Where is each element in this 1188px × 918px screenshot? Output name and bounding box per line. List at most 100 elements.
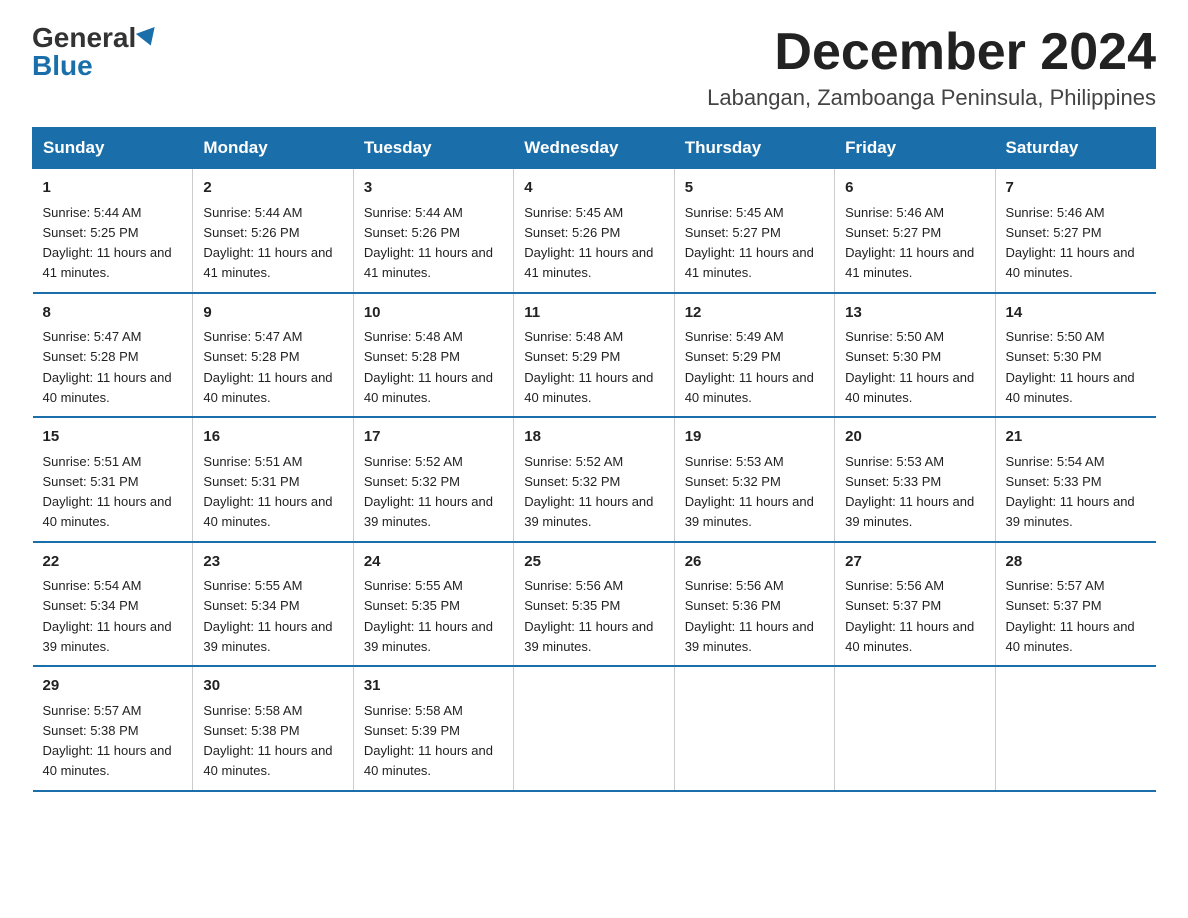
cell-content: Sunrise: 5:54 AMSunset: 5:34 PMDaylight:… — [43, 578, 172, 654]
day-number: 1 — [43, 177, 183, 200]
table-cell: 21 Sunrise: 5:54 AMSunset: 5:33 PMDaylig… — [995, 417, 1155, 542]
cell-content: Sunrise: 5:48 AMSunset: 5:28 PMDaylight:… — [364, 329, 493, 405]
day-number: 6 — [845, 177, 984, 200]
day-number: 12 — [685, 302, 824, 325]
table-cell: 3 Sunrise: 5:44 AMSunset: 5:26 PMDayligh… — [353, 169, 513, 293]
day-number: 2 — [203, 177, 342, 200]
col-wednesday: Wednesday — [514, 128, 674, 169]
day-number: 13 — [845, 302, 984, 325]
cell-content: Sunrise: 5:55 AMSunset: 5:34 PMDaylight:… — [203, 578, 332, 654]
calendar-week-row: 1 Sunrise: 5:44 AMSunset: 5:25 PMDayligh… — [33, 169, 1156, 293]
day-number: 15 — [43, 426, 183, 449]
cell-content: Sunrise: 5:52 AMSunset: 5:32 PMDaylight:… — [364, 454, 493, 530]
table-cell: 30 Sunrise: 5:58 AMSunset: 5:38 PMDaylig… — [193, 666, 353, 791]
cell-content: Sunrise: 5:44 AMSunset: 5:25 PMDaylight:… — [43, 205, 172, 281]
table-cell: 27 Sunrise: 5:56 AMSunset: 5:37 PMDaylig… — [835, 542, 995, 667]
day-number: 17 — [364, 426, 503, 449]
table-cell: 1 Sunrise: 5:44 AMSunset: 5:25 PMDayligh… — [33, 169, 193, 293]
table-cell: 2 Sunrise: 5:44 AMSunset: 5:26 PMDayligh… — [193, 169, 353, 293]
table-cell — [835, 666, 995, 791]
cell-content: Sunrise: 5:46 AMSunset: 5:27 PMDaylight:… — [845, 205, 974, 281]
cell-content: Sunrise: 5:55 AMSunset: 5:35 PMDaylight:… — [364, 578, 493, 654]
table-cell: 25 Sunrise: 5:56 AMSunset: 5:35 PMDaylig… — [514, 542, 674, 667]
cell-content: Sunrise: 5:44 AMSunset: 5:26 PMDaylight:… — [364, 205, 493, 281]
day-number: 4 — [524, 177, 663, 200]
cell-content: Sunrise: 5:57 AMSunset: 5:37 PMDaylight:… — [1006, 578, 1135, 654]
cell-content: Sunrise: 5:44 AMSunset: 5:26 PMDaylight:… — [203, 205, 332, 281]
cell-content: Sunrise: 5:52 AMSunset: 5:32 PMDaylight:… — [524, 454, 653, 530]
location-title: Labangan, Zamboanga Peninsula, Philippin… — [707, 85, 1156, 111]
cell-content: Sunrise: 5:48 AMSunset: 5:29 PMDaylight:… — [524, 329, 653, 405]
table-cell: 24 Sunrise: 5:55 AMSunset: 5:35 PMDaylig… — [353, 542, 513, 667]
table-cell: 11 Sunrise: 5:48 AMSunset: 5:29 PMDaylig… — [514, 293, 674, 418]
table-cell: 14 Sunrise: 5:50 AMSunset: 5:30 PMDaylig… — [995, 293, 1155, 418]
logo: General Blue — [32, 24, 158, 80]
day-number: 27 — [845, 551, 984, 574]
cell-content: Sunrise: 5:56 AMSunset: 5:36 PMDaylight:… — [685, 578, 814, 654]
day-number: 11 — [524, 302, 663, 325]
day-number: 10 — [364, 302, 503, 325]
col-monday: Monday — [193, 128, 353, 169]
table-cell: 15 Sunrise: 5:51 AMSunset: 5:31 PMDaylig… — [33, 417, 193, 542]
day-number: 28 — [1006, 551, 1146, 574]
cell-content: Sunrise: 5:54 AMSunset: 5:33 PMDaylight:… — [1006, 454, 1135, 530]
cell-content: Sunrise: 5:56 AMSunset: 5:35 PMDaylight:… — [524, 578, 653, 654]
col-thursday: Thursday — [674, 128, 834, 169]
table-cell — [514, 666, 674, 791]
cell-content: Sunrise: 5:47 AMSunset: 5:28 PMDaylight:… — [43, 329, 172, 405]
cell-content: Sunrise: 5:50 AMSunset: 5:30 PMDaylight:… — [1006, 329, 1135, 405]
cell-content: Sunrise: 5:58 AMSunset: 5:38 PMDaylight:… — [203, 703, 332, 779]
calendar-table: Sunday Monday Tuesday Wednesday Thursday… — [32, 127, 1156, 792]
table-cell: 19 Sunrise: 5:53 AMSunset: 5:32 PMDaylig… — [674, 417, 834, 542]
calendar-header-row: Sunday Monday Tuesday Wednesday Thursday… — [33, 128, 1156, 169]
logo-triangle-icon — [136, 27, 160, 49]
cell-content: Sunrise: 5:58 AMSunset: 5:39 PMDaylight:… — [364, 703, 493, 779]
table-cell: 9 Sunrise: 5:47 AMSunset: 5:28 PMDayligh… — [193, 293, 353, 418]
cell-content: Sunrise: 5:56 AMSunset: 5:37 PMDaylight:… — [845, 578, 974, 654]
day-number: 5 — [685, 177, 824, 200]
table-cell: 6 Sunrise: 5:46 AMSunset: 5:27 PMDayligh… — [835, 169, 995, 293]
table-cell: 4 Sunrise: 5:45 AMSunset: 5:26 PMDayligh… — [514, 169, 674, 293]
cell-content: Sunrise: 5:50 AMSunset: 5:30 PMDaylight:… — [845, 329, 974, 405]
table-cell: 26 Sunrise: 5:56 AMSunset: 5:36 PMDaylig… — [674, 542, 834, 667]
day-number: 21 — [1006, 426, 1146, 449]
day-number: 20 — [845, 426, 984, 449]
table-cell: 5 Sunrise: 5:45 AMSunset: 5:27 PMDayligh… — [674, 169, 834, 293]
logo-blue-text: Blue — [32, 52, 93, 80]
logo-general-text: General — [32, 24, 136, 52]
col-saturday: Saturday — [995, 128, 1155, 169]
table-cell: 29 Sunrise: 5:57 AMSunset: 5:38 PMDaylig… — [33, 666, 193, 791]
cell-content: Sunrise: 5:51 AMSunset: 5:31 PMDaylight:… — [43, 454, 172, 530]
table-cell: 16 Sunrise: 5:51 AMSunset: 5:31 PMDaylig… — [193, 417, 353, 542]
day-number: 16 — [203, 426, 342, 449]
calendar-week-row: 29 Sunrise: 5:57 AMSunset: 5:38 PMDaylig… — [33, 666, 1156, 791]
table-cell — [995, 666, 1155, 791]
day-number: 25 — [524, 551, 663, 574]
cell-content: Sunrise: 5:57 AMSunset: 5:38 PMDaylight:… — [43, 703, 172, 779]
page-header: General Blue December 2024 Labangan, Zam… — [32, 24, 1156, 111]
cell-content: Sunrise: 5:45 AMSunset: 5:26 PMDaylight:… — [524, 205, 653, 281]
day-number: 19 — [685, 426, 824, 449]
cell-content: Sunrise: 5:46 AMSunset: 5:27 PMDaylight:… — [1006, 205, 1135, 281]
table-cell: 28 Sunrise: 5:57 AMSunset: 5:37 PMDaylig… — [995, 542, 1155, 667]
day-number: 23 — [203, 551, 342, 574]
day-number: 14 — [1006, 302, 1146, 325]
day-number: 29 — [43, 675, 183, 698]
cell-content: Sunrise: 5:47 AMSunset: 5:28 PMDaylight:… — [203, 329, 332, 405]
table-cell: 7 Sunrise: 5:46 AMSunset: 5:27 PMDayligh… — [995, 169, 1155, 293]
day-number: 3 — [364, 177, 503, 200]
cell-content: Sunrise: 5:51 AMSunset: 5:31 PMDaylight:… — [203, 454, 332, 530]
month-title: December 2024 — [707, 24, 1156, 81]
day-number: 31 — [364, 675, 503, 698]
day-number: 26 — [685, 551, 824, 574]
calendar-week-row: 8 Sunrise: 5:47 AMSunset: 5:28 PMDayligh… — [33, 293, 1156, 418]
title-section: December 2024 Labangan, Zamboanga Penins… — [707, 24, 1156, 111]
col-sunday: Sunday — [33, 128, 193, 169]
day-number: 18 — [524, 426, 663, 449]
table-cell — [674, 666, 834, 791]
day-number: 8 — [43, 302, 183, 325]
table-cell: 17 Sunrise: 5:52 AMSunset: 5:32 PMDaylig… — [353, 417, 513, 542]
table-cell: 23 Sunrise: 5:55 AMSunset: 5:34 PMDaylig… — [193, 542, 353, 667]
table-cell: 8 Sunrise: 5:47 AMSunset: 5:28 PMDayligh… — [33, 293, 193, 418]
table-cell: 13 Sunrise: 5:50 AMSunset: 5:30 PMDaylig… — [835, 293, 995, 418]
